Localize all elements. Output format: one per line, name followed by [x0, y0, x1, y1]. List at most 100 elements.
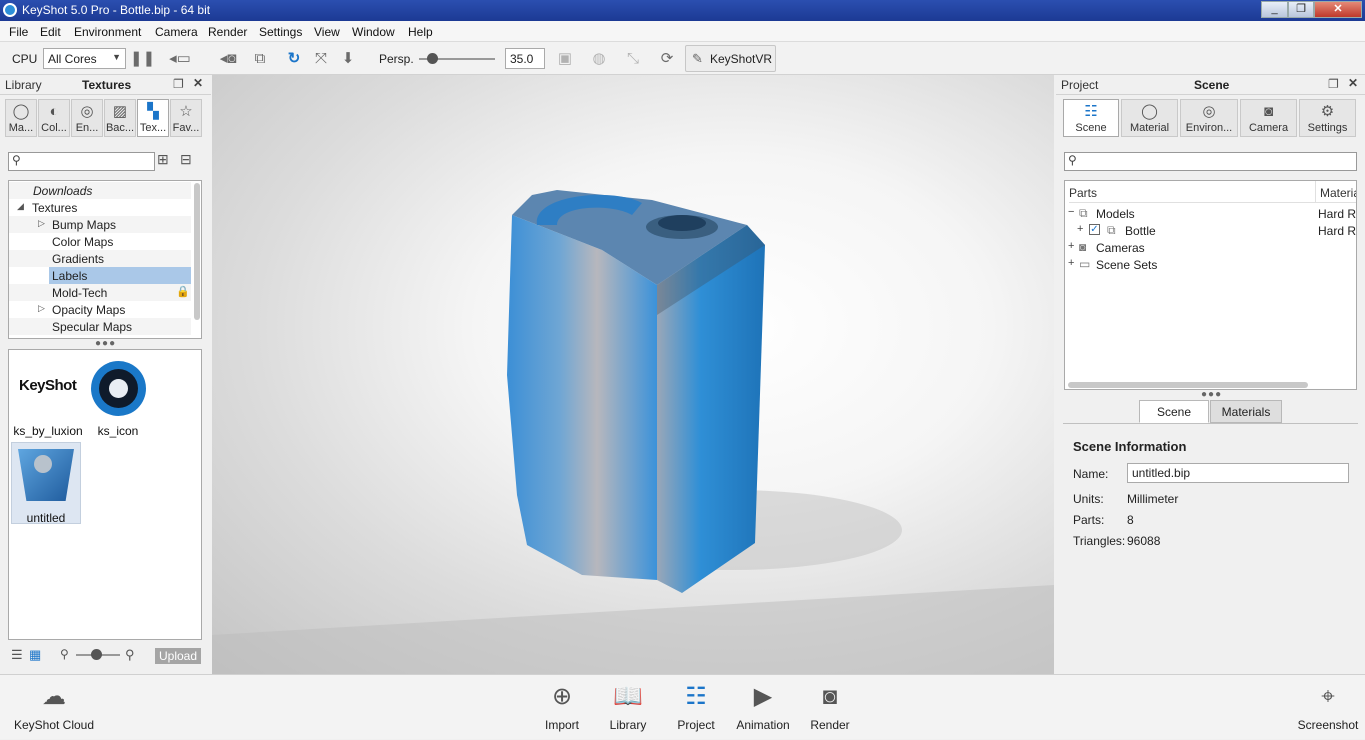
- screenshot-button[interactable]: ⌖ Screenshot: [1295, 675, 1361, 740]
- tab-favorites[interactable]: ☆ Fav...: [170, 99, 202, 137]
- keyshotvr-button[interactable]: ✎ KeyShotVR: [685, 45, 776, 72]
- expand-arrow-icon[interactable]: ▷: [38, 218, 45, 229]
- menu-render[interactable]: Render: [208, 25, 247, 39]
- project-list-icon: ☷: [685, 683, 707, 710]
- tab-material[interactable]: ◯ Material: [1121, 99, 1178, 137]
- tab-materials[interactable]: ◯ Ma...: [5, 99, 37, 137]
- zoom-out-icon[interactable]: ⚲: [60, 647, 69, 661]
- geometry-view-icon[interactable]: ⤡: [623, 49, 643, 69]
- expand-icon[interactable]: +: [1068, 240, 1074, 252]
- tab-settings[interactable]: ⚙ Settings: [1299, 99, 1356, 137]
- expand-icon[interactable]: +: [1068, 257, 1074, 269]
- folder-options-icon[interactable]: ⊟: [180, 151, 192, 168]
- close-icon[interactable]: ✕: [1348, 76, 1358, 90]
- scene-name-input[interactable]: untitled.bip: [1127, 463, 1349, 483]
- tree-item-labels[interactable]: Labels: [9, 267, 191, 284]
- project-button[interactable]: ☷ Project: [671, 675, 721, 740]
- tab-camera[interactable]: ◙ Camera: [1240, 99, 1297, 137]
- visibility-checkbox[interactable]: ✓: [1089, 224, 1100, 235]
- tab-environment[interactable]: ◎ Environ...: [1180, 99, 1238, 137]
- tree-item-specular-maps[interactable]: Specular Maps: [9, 318, 191, 335]
- close-button[interactable]: ✕: [1314, 1, 1362, 18]
- file-name-ks-icon[interactable]: ks_icon: [87, 424, 149, 438]
- performance-mode-icon[interactable]: ◍: [589, 49, 609, 69]
- tab-environments[interactable]: ◎ En...: [71, 99, 103, 137]
- subtab-materials[interactable]: Materials: [1210, 400, 1282, 423]
- tab-colors[interactable]: ◐ Col...: [38, 99, 70, 137]
- grid-view-icon[interactable]: ▦: [29, 647, 41, 663]
- undock-icon[interactable]: ❐: [173, 77, 184, 91]
- triangles-label: Triangles:: [1073, 534, 1126, 548]
- render-button[interactable]: ◙ Render: [805, 675, 855, 740]
- tab-backplates[interactable]: ▨ Bac...: [104, 99, 136, 137]
- column-parts[interactable]: Parts: [1069, 181, 1315, 203]
- cpu-cores-select[interactable]: All Cores ▼: [43, 48, 126, 69]
- close-icon[interactable]: ✕: [193, 76, 203, 90]
- column-material[interactable]: Materia: [1315, 181, 1356, 203]
- zoom-in-icon[interactable]: ⚲: [125, 647, 135, 663]
- import-model-icon[interactable]: ◂▭: [166, 49, 194, 69]
- expand-arrow-icon[interactable]: ▷: [38, 303, 45, 314]
- tree-item-color-maps[interactable]: Color Maps: [9, 233, 191, 250]
- scene-item-scene-sets[interactable]: + ▭ Scene Sets: [1065, 256, 1356, 273]
- tree-item-textures[interactable]: ◢ Textures: [9, 199, 191, 216]
- list-view-icon[interactable]: ☰: [11, 647, 23, 663]
- tab-scene[interactable]: ☷ Scene: [1063, 99, 1119, 137]
- scene-item-cameras[interactable]: + ◙ Cameras: [1065, 239, 1356, 256]
- globe-icon: ◎: [80, 103, 94, 120]
- menu-settings[interactable]: Settings: [259, 25, 302, 39]
- tree-item-downloads[interactable]: Downloads: [9, 182, 191, 199]
- minimize-button[interactable]: _: [1261, 1, 1288, 18]
- file-name-untitled[interactable]: untitled: [11, 511, 81, 525]
- scene-item-bottle[interactable]: + ✓ ⧉ Bottle Hard Ro: [1065, 222, 1356, 239]
- scene-search-input[interactable]: ⚲: [1064, 152, 1357, 171]
- model-group-icon: ⧉: [1079, 206, 1088, 220]
- tree-item-opacity-maps[interactable]: ▷ Opacity Maps: [9, 301, 191, 318]
- tree-scrollbar[interactable]: [194, 183, 200, 320]
- splitter-handle[interactable]: ●●●: [1201, 389, 1222, 400]
- menu-view[interactable]: View: [314, 25, 340, 39]
- fit-view-icon[interactable]: ⤧: [311, 49, 331, 69]
- pause-icon[interactable]: ❚❚: [130, 49, 155, 69]
- tree-item-gradients[interactable]: Gradients: [9, 250, 191, 267]
- menu-file[interactable]: File: [9, 25, 28, 39]
- import-button[interactable]: ⊕ Import: [537, 675, 587, 740]
- keyshotvr-label: KeyShotVR: [710, 52, 773, 66]
- undock-icon[interactable]: ❐: [1328, 77, 1339, 91]
- tab-textures[interactable]: ▚ Tex...: [137, 99, 169, 137]
- menu-camera[interactable]: Camera: [155, 25, 198, 39]
- menu-edit[interactable]: Edit: [40, 25, 61, 39]
- thumb-size-knob[interactable]: [91, 649, 102, 660]
- tree-item-mold-tech[interactable]: Mold-Tech 🔒: [9, 284, 191, 301]
- tree-item-bump-maps[interactable]: ▷ Bump Maps: [9, 216, 191, 233]
- turntable-icon[interactable]: ⟳: [657, 49, 677, 69]
- horizontal-scrollbar[interactable]: [1068, 382, 1308, 388]
- maximize-button[interactable]: ❐: [1288, 1, 1314, 18]
- collapse-arrow-icon[interactable]: ◢: [17, 201, 24, 212]
- fov-slider-knob[interactable]: [427, 53, 438, 64]
- drop-to-ground-icon[interactable]: ⬇: [338, 49, 358, 69]
- splitter-handle[interactable]: ●●●: [95, 338, 116, 349]
- expand-icon[interactable]: +: [1077, 223, 1083, 235]
- collapse-icon[interactable]: −: [1068, 206, 1074, 218]
- keyshot-logo-icon[interactable]: [91, 361, 146, 416]
- camera-snapshot-icon[interactable]: ◂◙: [213, 49, 243, 69]
- file-thumb-ks-by-luxion[interactable]: KeyShot: [13, 360, 81, 418]
- subtab-scene[interactable]: Scene: [1139, 400, 1209, 423]
- library-search-input[interactable]: ⚲: [8, 152, 155, 171]
- render-viewport[interactable]: [212, 75, 1054, 674]
- add-folder-icon[interactable]: ⊞: [157, 151, 169, 168]
- menu-help[interactable]: Help: [408, 25, 433, 39]
- lock-camera-icon[interactable]: ⧉: [250, 49, 270, 69]
- menu-environment[interactable]: Environment: [74, 25, 141, 39]
- region-render-icon[interactable]: ▣: [555, 49, 575, 69]
- scene-item-models[interactable]: − ⧉ Models Hard Ro: [1065, 205, 1356, 222]
- menu-window[interactable]: Window: [352, 25, 395, 39]
- animation-button[interactable]: ▶ Animation: [732, 675, 794, 740]
- upload-button[interactable]: Upload: [155, 648, 201, 664]
- keyshot-cloud-button[interactable]: ☁ KeyShot Cloud: [10, 675, 98, 740]
- file-name-ks-by-luxion[interactable]: ks_by_luxion: [11, 424, 85, 438]
- fov-input[interactable]: 35.0: [505, 48, 545, 69]
- library-button[interactable]: 📖 Library: [603, 675, 653, 740]
- refresh-icon[interactable]: ↻: [284, 49, 304, 69]
